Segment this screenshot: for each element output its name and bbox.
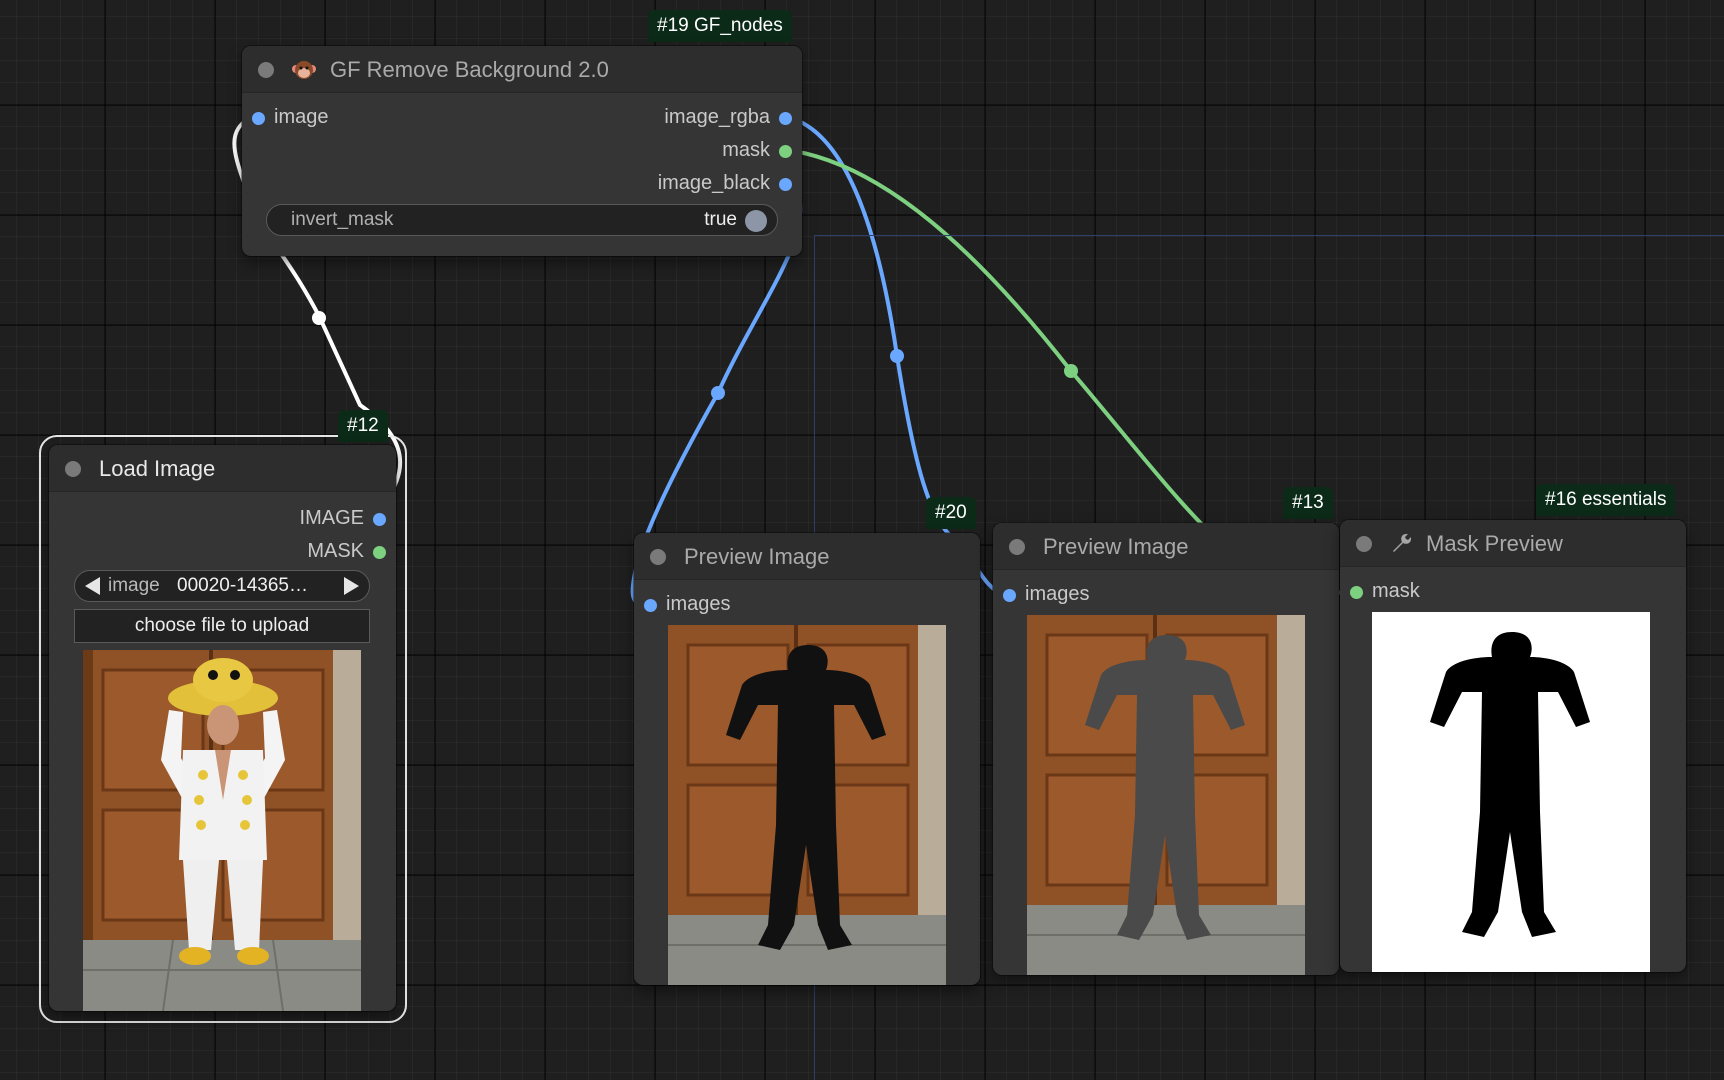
node-id-badge: #19 GF_nodes <box>648 10 792 42</box>
output-slot-mask[interactable]: mask <box>722 139 802 163</box>
preview-image-black-silhouette <box>668 625 946 985</box>
loaded-image-thumbnail <box>83 650 361 1011</box>
combo-value: 00020-14365… <box>177 575 308 596</box>
node-header[interactable]: Preview Image <box>993 523 1339 570</box>
slot-label: images <box>666 593 731 615</box>
selection-guide-horizontal <box>814 235 1724 236</box>
monkey-emoji-icon <box>292 61 316 79</box>
input-slot-images[interactable]: images <box>634 593 730 617</box>
combo-label: image <box>108 575 160 596</box>
input-dot[interactable] <box>644 599 657 612</box>
node-id-badge: #12 <box>338 410 388 442</box>
output-slot-image[interactable]: IMAGE <box>300 507 396 531</box>
widget-value: true <box>704 209 737 230</box>
input-dot[interactable] <box>252 112 265 125</box>
slot-label: images <box>1025 583 1090 605</box>
node-id-badge: #16 essentials <box>1536 484 1676 516</box>
slot-label: image <box>274 106 329 128</box>
preview-image-rgba <box>1027 615 1305 975</box>
link-midpoint[interactable] <box>711 386 725 400</box>
image-file-select[interactable]: image 00020-14365… <box>74 570 370 602</box>
wrench-icon <box>1393 534 1411 552</box>
slot-label: mask <box>1372 580 1420 602</box>
mask-preview-node[interactable]: Mask Preview mask <box>1340 520 1686 972</box>
load-image-node[interactable]: Load Image IMAGE MASK image 00020-14365…… <box>49 445 396 1011</box>
node-title: Mask Preview <box>1426 531 1563 556</box>
input-slot-images[interactable]: images <box>993 583 1089 607</box>
collapse-toggle[interactable] <box>258 62 274 78</box>
black-silhouette-photo <box>668 625 946 985</box>
node-header[interactable]: Mask Preview <box>1340 520 1686 567</box>
input-dot[interactable] <box>1003 589 1016 602</box>
gf-remove-background-node[interactable]: GF Remove Background 2.0 image image_rgb… <box>242 46 802 256</box>
mask-silhouette <box>1372 612 1650 972</box>
slot-label: image_black <box>657 172 770 194</box>
node-id-badge: #13 <box>1283 487 1333 519</box>
toggle-knob[interactable] <box>745 210 767 232</box>
invert-mask-toggle[interactable]: invert_mask true <box>266 204 778 236</box>
slot-label: mask <box>722 139 770 161</box>
link-midpoint[interactable] <box>1064 364 1078 378</box>
input-dot[interactable] <box>1350 586 1363 599</box>
output-dot[interactable] <box>779 178 792 191</box>
transparent-cutout-photo <box>1027 615 1305 975</box>
choose-file-button[interactable]: choose file to upload <box>74 609 370 643</box>
output-slot-image-rgba[interactable]: image_rgba <box>664 106 802 130</box>
preview-image-node-13[interactable]: Preview Image images <box>993 523 1339 975</box>
output-slot-image-black[interactable]: image_black <box>658 172 802 196</box>
output-dot[interactable] <box>779 112 792 125</box>
person-in-costume-photo <box>83 650 361 1011</box>
input-slot-mask[interactable]: mask <box>1340 580 1420 604</box>
slot-label: IMAGE <box>299 507 364 529</box>
widget-label: invert_mask <box>291 209 394 230</box>
slot-label: MASK <box>307 540 364 562</box>
previous-arrow-icon[interactable] <box>85 577 100 595</box>
output-dot[interactable] <box>373 513 386 526</box>
node-title: Preview Image <box>684 544 830 569</box>
node-header[interactable]: Preview Image <box>634 533 980 580</box>
collapse-toggle[interactable] <box>1356 536 1372 552</box>
next-arrow-icon[interactable] <box>344 577 359 595</box>
preview-image-node-20[interactable]: Preview Image images <box>634 533 980 985</box>
mask-preview-image <box>1372 612 1650 972</box>
output-slot-mask[interactable]: MASK <box>307 540 396 564</box>
node-id-badge: #20 <box>926 497 976 529</box>
node-header[interactable]: GF Remove Background 2.0 <box>242 46 802 93</box>
node-title: Load Image <box>99 456 216 481</box>
node-header[interactable]: Load Image <box>49 445 396 492</box>
collapse-toggle[interactable] <box>65 461 81 477</box>
node-title: Preview Image <box>1043 534 1189 559</box>
collapse-toggle[interactable] <box>1009 539 1025 555</box>
node-title: GF Remove Background 2.0 <box>330 57 609 82</box>
collapse-toggle[interactable] <box>650 549 666 565</box>
link-midpoint[interactable] <box>312 311 326 325</box>
output-dot[interactable] <box>779 145 792 158</box>
slot-label: image_rgba <box>664 106 770 128</box>
input-slot-image[interactable]: image <box>242 106 328 130</box>
link-midpoint[interactable] <box>890 349 904 363</box>
output-dot[interactable] <box>373 546 386 559</box>
